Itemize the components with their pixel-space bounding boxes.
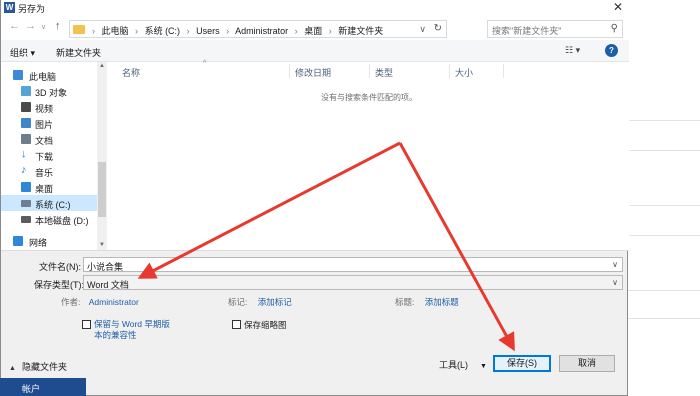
scrollbar-thumb[interactable] [98, 162, 106, 217]
search-box[interactable]: 搜索"新建文件夹" ⚲ [487, 20, 623, 38]
save-as-dialog: W 另存为 ✕ ← → ∨ ↑ › 此电脑 › 系统 (C:) › Users … [0, 0, 629, 396]
document-icon [21, 134, 31, 144]
tags-value[interactable]: 添加标记 [258, 297, 292, 307]
sidebar-item-videos[interactable]: 视频 [1, 99, 97, 115]
filename-label: 文件名(N): [39, 262, 81, 272]
scroll-down-icon[interactable]: ▼ [99, 242, 105, 248]
sort-caret-icon: ^ [203, 60, 207, 67]
desktop-icon [21, 182, 31, 192]
background-document-area [628, 0, 700, 396]
search-icon: ⚲ [610, 23, 618, 34]
navigation-pane: 此电脑 3D 对象 视频 图片 文档 ↓ 下载 ♪ 音乐 桌面 系统 (C:) … [1, 62, 107, 250]
organize-button[interactable]: 组织 ▾ [10, 46, 35, 59]
caret-down-icon: ▼ [480, 363, 487, 370]
save-type-label: 保存类型(T): [34, 280, 84, 290]
crumb-this-pc[interactable]: 此电脑 [102, 26, 129, 36]
title-value[interactable]: 添加标题 [425, 297, 459, 307]
file-list: 名称 ^ 修改日期 类型 大小 没有与搜索条件匹配的项。 [107, 60, 629, 250]
thumbnail-label: 保存缩略图 [244, 320, 287, 330]
tags-meta: 标记: 添加标记 [228, 296, 292, 308]
new-folder-button[interactable]: 新建文件夹 [56, 46, 101, 59]
forward-arrow-icon[interactable]: → [25, 20, 36, 32]
chevron-down-icon[interactable]: ∨ [612, 278, 618, 287]
sidebar-item-network[interactable]: 网络 [1, 233, 97, 249]
account-label[interactable]: 帐户 [0, 378, 86, 396]
cube-icon [21, 86, 31, 96]
compat-label-line1: 保留与 Word 早期版 [94, 319, 170, 329]
dialog-title: 另存为 [18, 4, 46, 14]
author-meta: 作者: Administrator [61, 296, 139, 308]
column-modified-date[interactable]: 修改日期 [295, 66, 331, 79]
sidebar-scrollbar[interactable]: ▲ ▼ [97, 62, 107, 250]
scroll-up-icon[interactable]: ▲ [99, 63, 105, 69]
title-meta: 标题: 添加标题 [395, 296, 459, 308]
network-icon [13, 236, 23, 246]
music-icon: ♪ [21, 164, 27, 176]
pc-icon [13, 70, 23, 80]
hide-folders-toggle[interactable]: ▲ 隐藏文件夹 [9, 360, 67, 373]
crumb-new-folder[interactable]: 新建文件夹 [338, 26, 383, 36]
caret-up-icon: ▲ [9, 365, 16, 372]
thumbnail-checkbox[interactable] [232, 320, 241, 329]
download-icon: ↓ [21, 148, 27, 160]
crumb-users[interactable]: Users [196, 26, 220, 36]
recent-dropdown-icon[interactable]: ∨ [41, 23, 46, 31]
picture-icon [21, 118, 31, 128]
view-options-icon[interactable]: ☷ ▾ [565, 45, 580, 56]
address-dropdown-icon[interactable]: ∨ [419, 24, 426, 35]
column-name[interactable]: 名称 [122, 66, 140, 79]
word-app-icon: W [4, 2, 15, 13]
video-icon [21, 102, 31, 112]
search-placeholder: 搜索"新建文件夹" [492, 26, 562, 36]
sidebar-item-system-c[interactable]: 系统 (C:) [1, 195, 97, 211]
chevron-down-icon[interactable]: ∨ [612, 260, 618, 269]
refresh-icon[interactable]: ↻ [434, 23, 442, 34]
sidebar-item-documents[interactable]: 文档 [1, 131, 97, 147]
drive-icon [21, 200, 31, 207]
author-value[interactable]: Administrator [89, 297, 139, 307]
help-icon[interactable]: ? [605, 44, 618, 57]
sidebar-item-downloads[interactable]: ↓ 下载 [1, 147, 97, 163]
compat-checkbox[interactable] [82, 320, 91, 329]
title-bar: W 另存为 ✕ [1, 0, 629, 16]
cancel-button[interactable]: 取消 [559, 355, 615, 372]
save-button[interactable]: 保存(S) [493, 355, 551, 372]
sidebar-item-local-disk-d[interactable]: 本地磁盘 (D:) [1, 211, 97, 227]
folder-icon [73, 25, 85, 34]
tags-label: 标记: [228, 297, 248, 307]
sidebar-item-3d-objects[interactable]: 3D 对象 [1, 83, 97, 99]
sidebar-item-desktop[interactable]: 桌面 [1, 179, 97, 195]
tools-button[interactable]: 工具(L) ▼ [439, 358, 487, 371]
up-arrow-icon[interactable]: ↑ [55, 20, 61, 32]
drive-icon [21, 216, 31, 223]
command-bar: 组织 ▾ 新建文件夹 ☷ ▾ ? [1, 40, 629, 62]
save-type-value: Word 文档 [87, 280, 129, 290]
filename-field[interactable]: 小说合集 ∨ [83, 257, 623, 272]
author-label: 作者: [61, 297, 81, 307]
close-icon[interactable]: ✕ [613, 0, 623, 14]
back-arrow-icon[interactable]: ← [9, 20, 20, 32]
empty-message: 没有与搜索条件匹配的项。 [321, 93, 417, 102]
column-size[interactable]: 大小 [455, 66, 473, 79]
crumb-desktop[interactable]: 桌面 [304, 26, 322, 36]
sidebar-item-music[interactable]: ♪ 音乐 [1, 163, 97, 179]
sidebar-item-pictures[interactable]: 图片 [1, 115, 97, 131]
filename-value: 小说合集 [87, 262, 124, 272]
sidebar-item-this-pc[interactable]: 此电脑 [1, 67, 97, 83]
crumb-administrator[interactable]: Administrator [235, 26, 288, 36]
hide-folders-label: 隐藏文件夹 [21, 362, 67, 372]
breadcrumb: › 此电脑 › 系统 (C:) › Users › Administrator … [92, 26, 384, 36]
address-bar[interactable]: › 此电脑 › 系统 (C:) › Users › Administrator … [69, 20, 447, 38]
crumb-system-c[interactable]: 系统 (C:) [145, 26, 181, 36]
title-label: 标题: [395, 297, 415, 307]
compat-label-line2: 本的兼容性 [94, 330, 137, 340]
column-type[interactable]: 类型 [375, 66, 393, 79]
save-type-select[interactable]: Word 文档 ∨ [83, 275, 623, 290]
navigation-bar: ← → ∨ ↑ › 此电脑 › 系统 (C:) › Users › Admini… [1, 16, 629, 40]
tools-label: 工具(L) [439, 360, 468, 370]
